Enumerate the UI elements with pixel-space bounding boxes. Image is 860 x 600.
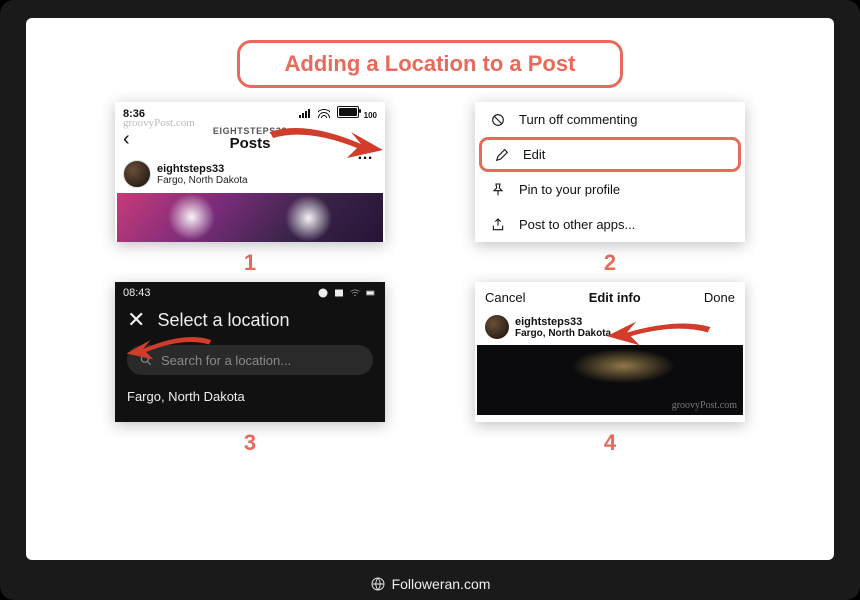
status-right: 100	[299, 106, 377, 121]
step-number: 4	[604, 430, 616, 456]
post-location[interactable]: Fargo, North Dakota	[515, 328, 611, 339]
step-2-cell: Turn off commenting Edit Pin to your pro…	[460, 102, 760, 276]
search-input[interactable]: Search for a location...	[127, 345, 373, 375]
step-3-cell: 08:43 ✕ Select a location	[100, 282, 400, 456]
reddit-icon	[317, 287, 329, 299]
nav-bar: Cancel Edit info Done	[475, 282, 745, 309]
status-time: 08:43	[123, 287, 151, 299]
footer-brand: Followeran.com	[0, 576, 860, 592]
footer-label: Followeran.com	[392, 576, 491, 592]
wifi-icon	[318, 106, 330, 118]
battery-label: 100	[364, 111, 377, 120]
signal-icon	[299, 109, 310, 118]
done-button[interactable]: Done	[704, 290, 735, 305]
menu-label: Edit	[523, 147, 545, 162]
picture-icon	[333, 287, 345, 299]
sheet-title: Select a location	[157, 310, 289, 331]
back-button[interactable]: ‹	[123, 128, 130, 151]
screenshot-4: Cancel Edit info Done eightsteps33 Fargo…	[475, 282, 745, 422]
post-image[interactable]	[117, 193, 383, 242]
menu-label: Turn off commenting	[519, 112, 638, 127]
menu-edit[interactable]: Edit	[479, 137, 741, 172]
post-username[interactable]: eightsteps33	[157, 163, 248, 175]
close-button[interactable]: ✕	[127, 309, 145, 331]
step-1-cell: 8:36 100 groovyPost.com ‹ EIGHTSTEPS33 P…	[100, 102, 400, 276]
steps-grid: 8:36 100 groovyPost.com ‹ EIGHTSTEPS33 P…	[26, 102, 834, 456]
menu-label: Pin to your profile	[519, 182, 620, 197]
menu-label: Post to other apps...	[519, 217, 635, 232]
pin-icon	[489, 182, 507, 198]
post-byline: eightsteps33 Fargo, North Dakota	[115, 152, 385, 192]
tutorial-card: Adding a Location to a Post 8:36 100 gro	[26, 18, 834, 560]
step-number: 3	[244, 430, 256, 456]
watermark: groovyPost.com	[123, 117, 195, 129]
menu-pin-to-profile[interactable]: Pin to your profile	[475, 172, 745, 207]
screenshot-1: 8:36 100 groovyPost.com ‹ EIGHTSTEPS33 P…	[115, 102, 385, 242]
wifi-icon	[349, 287, 361, 299]
sheet-header: ✕ Select a location	[115, 299, 385, 339]
post-byline: eightsteps33 Fargo, North Dakota	[475, 309, 745, 343]
comment-off-icon	[489, 112, 507, 128]
post-meta: eightsteps33 Fargo, North Dakota	[157, 163, 248, 186]
status-bar: 08:43	[115, 282, 385, 299]
cancel-button[interactable]: Cancel	[485, 290, 525, 305]
step-number: 2	[604, 250, 616, 276]
step-4-cell: Cancel Edit info Done eightsteps33 Fargo…	[460, 282, 760, 456]
battery-icon	[337, 106, 359, 118]
post-username[interactable]: eightsteps33	[515, 316, 611, 328]
nav-title: Edit info	[589, 290, 641, 305]
avatar[interactable]	[123, 160, 151, 188]
device-frame: Adding a Location to a Post 8:36 100 gro	[0, 0, 860, 600]
menu-turn-off-commenting[interactable]: Turn off commenting	[475, 102, 745, 137]
globe-icon	[370, 576, 386, 592]
avatar[interactable]	[485, 315, 509, 339]
post-meta: eightsteps33 Fargo, North Dakota	[515, 316, 611, 339]
pencil-icon	[493, 147, 511, 163]
post-image[interactable]: groovyPost.com	[477, 345, 743, 415]
location-result[interactable]: Fargo, North Dakota	[115, 375, 385, 404]
watermark: groovyPost.com	[672, 400, 737, 411]
more-options-button[interactable]: …	[357, 146, 375, 164]
menu-post-to-other-apps[interactable]: Post to other apps...	[475, 207, 745, 242]
screenshot-2: Turn off commenting Edit Pin to your pro…	[475, 102, 745, 242]
search-icon	[139, 353, 153, 367]
share-icon	[489, 217, 507, 233]
post-location[interactable]: Fargo, North Dakota	[157, 175, 248, 186]
search-placeholder: Search for a location...	[161, 353, 291, 368]
battery-icon	[365, 287, 377, 299]
screenshot-3: 08:43 ✕ Select a location	[115, 282, 385, 422]
status-right	[317, 287, 377, 299]
step-number: 1	[244, 250, 256, 276]
page-title: Adding a Location to a Post	[237, 40, 623, 88]
header-title: Posts	[115, 136, 385, 152]
